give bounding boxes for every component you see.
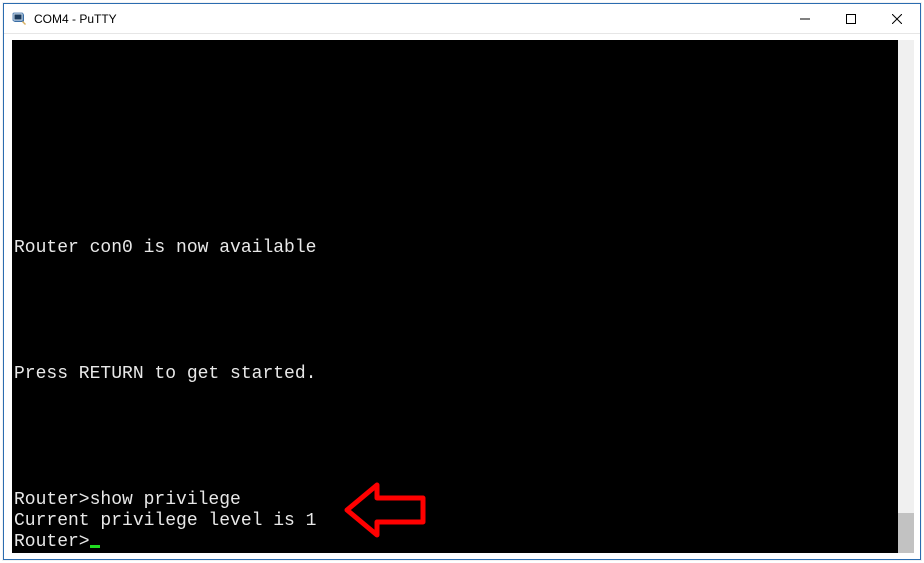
window-controls	[782, 4, 920, 33]
scrollbar-thumb[interactable]	[898, 513, 914, 553]
putty-icon	[12, 11, 28, 27]
window-title: COM4 - PuTTY	[34, 12, 782, 26]
terminal[interactable]: Router con0 is now available Press RETUR…	[12, 40, 898, 553]
cursor	[90, 545, 100, 548]
client-area: Router con0 is now available Press RETUR…	[4, 34, 920, 559]
terminal-output: Router con0 is now available Press RETUR…	[12, 70, 318, 553]
minimize-button[interactable]	[782, 4, 828, 33]
maximize-button[interactable]	[828, 4, 874, 33]
scrollbar[interactable]	[898, 40, 914, 553]
titlebar[interactable]: COM4 - PuTTY	[4, 4, 920, 34]
putty-window: COM4 - PuTTY Router con0 is now availabl…	[3, 3, 921, 560]
close-button[interactable]	[874, 4, 920, 33]
